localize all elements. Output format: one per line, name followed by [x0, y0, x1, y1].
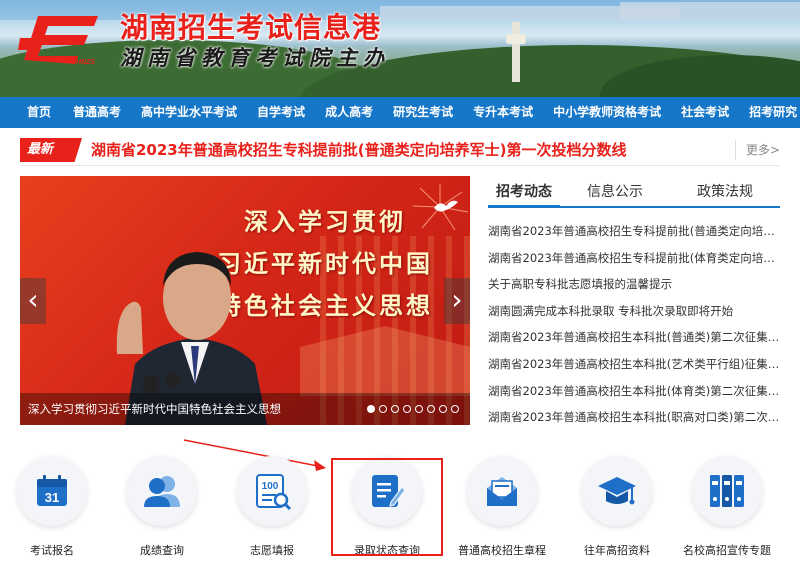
- carousel-dot[interactable]: [451, 405, 459, 413]
- image-carousel[interactable]: 深入学习贯彻 习近平新时代中国 特色社会主义思想 深入学习贯彻习近平新时代中国特…: [20, 176, 470, 425]
- carousel-dot[interactable]: [403, 405, 411, 413]
- nav-item[interactable]: 研究生考试: [383, 97, 463, 128]
- hnzs-logo-icon[interactable]: HNZS: [18, 8, 100, 66]
- quick-link[interactable]: 100 志愿填报: [217, 440, 327, 558]
- quick-links: 31 考试报名 成绩查询 100 志愿填报 录取状态查询 普通高校招生章程 往年高招资料 名校高…: [0, 440, 800, 566]
- banner-tv-tower-top: [506, 34, 526, 44]
- document-edit-icon: [352, 456, 422, 526]
- chevron-right-icon[interactable]: ›: [444, 278, 470, 324]
- main-nav: 首页 普通高考 高中学业水平考试 自学考试 成人高考 研究生考试 专升本考试 中小学教师资格考…: [0, 97, 800, 128]
- news-tab[interactable]: 政策法规: [670, 176, 780, 206]
- svg-text:100: 100: [262, 481, 279, 492]
- quick-link[interactable]: 录取状态查询: [332, 440, 442, 558]
- chevron-left-icon[interactable]: ‹: [20, 278, 46, 324]
- carousel-dot[interactable]: [439, 405, 447, 413]
- news-tab[interactable]: 招考动态: [488, 176, 560, 208]
- nav-item[interactable]: 中小学教师资格考试: [543, 97, 671, 128]
- nav-item[interactable]: 招考研究: [739, 97, 800, 128]
- news-tabs: 招考动态 信息公示 政策法规: [488, 176, 780, 208]
- quick-link-label: 名校高招宣传专题: [683, 544, 771, 557]
- score-search-icon: 100: [237, 456, 307, 526]
- latest-news-bar: 最新 湖南省2023年普通高校招生专科提前批(普通类定向培养军士)第一次投档分数…: [20, 136, 780, 166]
- nav-item[interactable]: 社会考试: [671, 97, 739, 128]
- binders-icon: [692, 456, 762, 526]
- nav-item[interactable]: 成人高考: [315, 97, 383, 128]
- users-icon: [127, 456, 197, 526]
- news-item[interactable]: 湖南省2023年普通高校招生本科批(艺术类平行组)征集志愿投档分数线: [488, 351, 780, 378]
- news-tab[interactable]: 信息公示: [560, 176, 670, 206]
- graduation-cap-icon: [582, 456, 652, 526]
- nav-item[interactable]: 高中学业水平考试: [131, 97, 247, 128]
- quick-link-label: 普通高校招生章程: [458, 544, 546, 557]
- quick-link-label: 往年高招资料: [584, 544, 650, 557]
- quick-link-label: 成绩查询: [140, 544, 184, 557]
- quick-link[interactable]: 31 考试报名: [0, 440, 107, 558]
- calendar-icon: 31: [17, 456, 87, 526]
- news-item[interactable]: 湖南省2023年普通高校招生本科批(体育类)第二次征集志愿投档分数线: [488, 378, 780, 405]
- news-panel: 招考动态 信息公示 政策法规 湖南省2023年普通高校招生专科提前批(普通类定向培养…: [488, 176, 780, 426]
- news-item[interactable]: 湖南省2023年普通高校招生本科批(普通类)第二次征集志愿投档分数线: [488, 324, 780, 351]
- site-subtitle: 湖南省教育考试院主办: [120, 45, 390, 70]
- logo-text: HNZS: [76, 59, 95, 66]
- carousel-dots: [367, 405, 459, 413]
- carousel-dot[interactable]: [415, 405, 423, 413]
- banner-city-skyline: [620, 2, 800, 20]
- carousel-slogan-line: 深入学习贯彻: [244, 207, 406, 236]
- carousel-dot[interactable]: [379, 405, 387, 413]
- news-item[interactable]: 湖南省2023年普通高校招生专科提前批(体育类定向培养军士)第一次投档分数线: [488, 245, 780, 272]
- carousel-caption[interactable]: 深入学习贯彻习近平新时代中国特色社会主义思想: [28, 401, 281, 417]
- nav-item[interactable]: 专升本考试: [463, 97, 543, 128]
- quick-link-label: 录取状态查询: [354, 544, 420, 557]
- banner-tv-tower: [512, 22, 520, 82]
- latest-news-link[interactable]: 湖南省2023年普通高校招生专科提前批(普通类定向培养军士)第一次投档分数线: [91, 138, 626, 162]
- site-title: 湖南招生考试信息港: [120, 11, 382, 44]
- quick-link[interactable]: 普通高校招生章程: [447, 440, 557, 558]
- news-item[interactable]: 关于高职专科批志愿填报的温馨提示: [488, 271, 780, 298]
- carousel-dot[interactable]: [391, 405, 399, 413]
- news-item[interactable]: 湖南省2023年普通高校招生专科提前批(普通类定向培养军士)第一次投档分数线: [488, 218, 780, 245]
- nav-item[interactable]: 首页: [0, 97, 63, 128]
- header-banner: HNZS 湖南招生考试信息港 湖南省教育考试院主办: [0, 0, 800, 97]
- svg-text:31: 31: [45, 490, 59, 505]
- quick-link[interactable]: 名校高招宣传专题: [672, 440, 782, 558]
- quick-link-label: 考试报名: [30, 544, 74, 557]
- latest-badge: 最新: [20, 138, 82, 162]
- nav-item[interactable]: 自学考试: [247, 97, 315, 128]
- news-item[interactable]: 湖南圆满完成本科批录取 专科批次录取即将开始: [488, 298, 780, 325]
- quick-link-label: 志愿填报: [250, 544, 294, 557]
- mail-icon: [467, 456, 537, 526]
- quick-link[interactable]: 往年高招资料: [562, 440, 672, 558]
- carousel-dot[interactable]: [367, 405, 375, 413]
- nav-item[interactable]: 普通高考: [63, 97, 131, 128]
- more-link[interactable]: 更多>: [734, 140, 780, 160]
- carousel-dot[interactable]: [427, 405, 435, 413]
- quick-link[interactable]: 成绩查询: [107, 440, 217, 558]
- news-item[interactable]: 湖南省2023年普通高校招生本科批(职高对口类)第二次征集志愿投档分数线: [488, 404, 780, 431]
- news-list: 湖南省2023年普通高校招生专科提前批(普通类定向培养军士)第一次投档分数线湖南…: [488, 218, 780, 431]
